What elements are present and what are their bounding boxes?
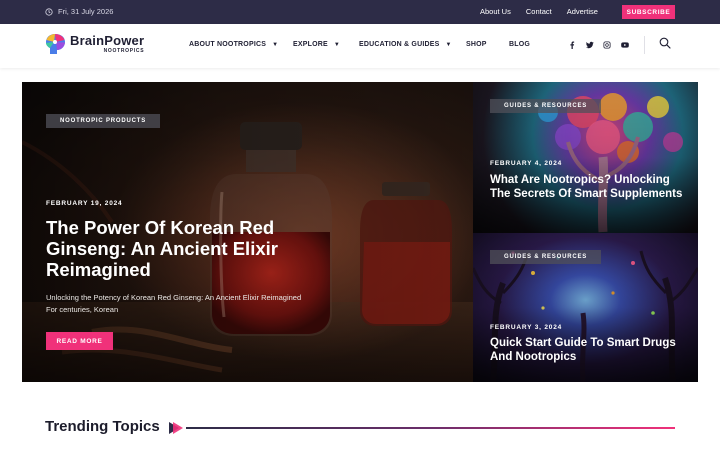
link-contact[interactable]: Contact	[526, 7, 552, 16]
clock-icon	[45, 7, 53, 16]
search-icon[interactable]	[659, 37, 671, 49]
twitter-icon[interactable]	[585, 40, 595, 50]
top-links: About Us Contact Advertise	[480, 7, 598, 16]
hero-excerpt: Unlocking the Potency of Korean Red Gins…	[46, 293, 302, 314]
nav-education-guides[interactable]: EDUCATION & GUIDES ▼	[359, 41, 452, 48]
subscribe-button[interactable]: SUBSCRIBE	[622, 5, 675, 19]
chevron-down-icon: ▼	[445, 41, 452, 48]
top-date-text: Fri, 31 July 2026	[58, 7, 114, 16]
nav-label: ABOUT NOOTROPICS	[189, 41, 267, 48]
side-post-1-date: FEBRUARY 4, 2024	[490, 160, 563, 167]
hero-category-tag[interactable]: NOOTROPIC PRODUCTS	[46, 114, 161, 128]
brand-name: BrainPower	[70, 33, 145, 48]
top-date: Fri, 31 July 2026	[45, 7, 113, 16]
chevron-down-icon: ▼	[272, 41, 279, 48]
hero-post[interactable]: NOOTROPIC PRODUCTS FEBRUARY 19, 2024 The…	[22, 82, 473, 382]
hero-date: FEBRUARY 19, 2024	[46, 200, 123, 207]
nav-label: EDUCATION & GUIDES	[359, 41, 440, 48]
side-post-1-tag[interactable]: GUIDES & RESOURCES	[490, 99, 602, 113]
site-logo[interactable]: BrainPower NOOTROPICS	[45, 32, 144, 56]
play-arrow-icon	[169, 422, 183, 434]
facebook-icon[interactable]	[567, 40, 577, 50]
side-post-2-title[interactable]: Quick Start Guide To Smart Drugs And Noo…	[490, 336, 690, 364]
trending-title: Trending Topics	[45, 418, 160, 435]
link-about-us[interactable]: About Us	[480, 7, 511, 16]
side-post-2-tag[interactable]: GUIDES & RESOURCES	[490, 250, 602, 264]
brand-subtitle: NOOTROPICS	[103, 48, 145, 54]
hero-title[interactable]: The Power Of Korean Red Ginseng: An Anci…	[46, 217, 316, 280]
read-more-button[interactable]: READ MORE	[46, 332, 113, 350]
nav-explore[interactable]: EXPLORE ▼	[293, 41, 340, 48]
side-post-2[interactable]: GUIDES & RESOURCES FEBRUARY 3, 2024 Quic…	[473, 233, 698, 382]
nav-label: BLOG	[509, 41, 531, 48]
youtube-icon[interactable]	[620, 40, 630, 50]
link-advertise[interactable]: Advertise	[567, 7, 598, 16]
nav-label: SHOP	[466, 41, 487, 48]
nav-label: EXPLORE	[293, 41, 328, 48]
side-post-1[interactable]: GUIDES & RESOURCES FEBRUARY 4, 2024 What…	[473, 82, 698, 233]
side-post-1-title[interactable]: What Are Nootropics? Unlocking The Secre…	[490, 173, 690, 201]
trending-divider-line	[186, 427, 675, 429]
brain-logo-icon	[46, 34, 65, 54]
nav-shop[interactable]: SHOP	[466, 41, 487, 48]
nav-blog[interactable]: BLOG	[509, 41, 530, 48]
header-divider	[644, 36, 645, 54]
nav-about-nootropics[interactable]: ABOUT NOOTROPICS ▼	[189, 41, 278, 48]
side-post-2-date: FEBRUARY 3, 2024	[490, 324, 563, 331]
chevron-down-icon: ▼	[333, 41, 340, 48]
instagram-icon[interactable]	[602, 40, 612, 50]
top-bar: Fri, 31 July 2026 About Us Contact Adver…	[0, 0, 720, 24]
main-header: BrainPower NOOTROPICS ABOUT NOOTROPICS ▼…	[0, 24, 720, 68]
